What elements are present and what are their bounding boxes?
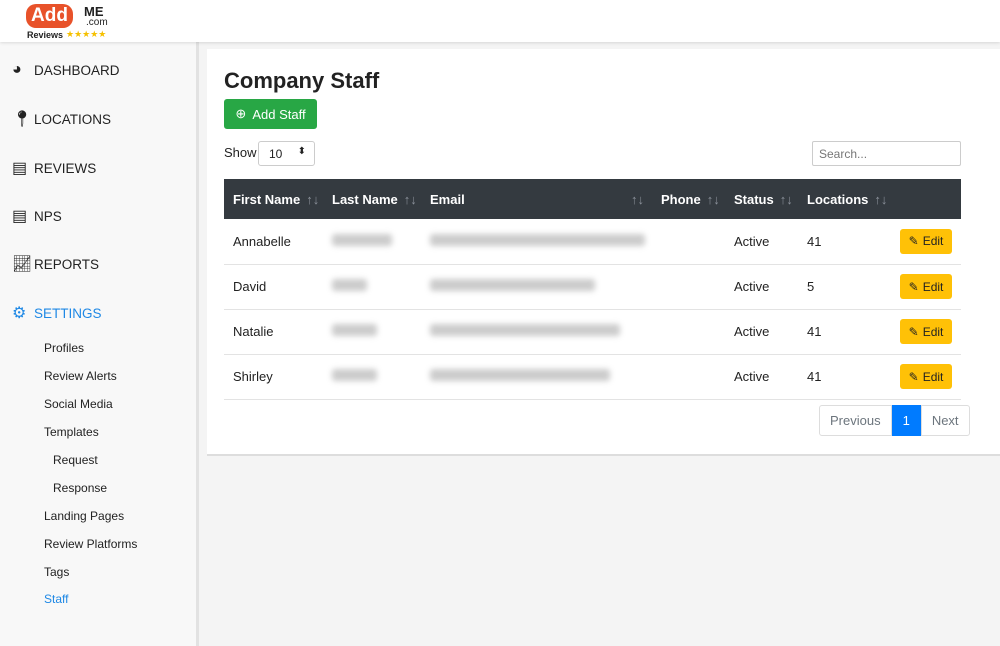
locations: 41	[798, 354, 891, 400]
edit-icon: ✎	[908, 279, 919, 294]
col-locations[interactable]: Locations ↑↓	[798, 179, 891, 219]
logo-me: ME	[84, 4, 104, 19]
nav-locations[interactable]: 📍︎ LOCATIONS	[12, 109, 111, 129]
edit-icon: ✎	[908, 324, 919, 339]
redacted-email	[430, 279, 595, 291]
redacted-email	[430, 233, 645, 246]
locations: 41	[798, 219, 891, 265]
first-name: Natalie	[224, 309, 323, 355]
page-1-button[interactable]: 1	[891, 405, 921, 436]
table-row: David Active 5 ✎ Edit	[224, 264, 961, 310]
sort-updown-icon: ⬍	[297, 146, 306, 157]
redacted-email	[430, 324, 620, 336]
nav-reports[interactable]: 📈︎ REPORTS	[12, 254, 99, 274]
addme-logo[interactable]: Add ME .com Reviews ★★★★★	[26, 4, 116, 40]
next-button[interactable]: Next	[920, 405, 970, 436]
logo-com: .com	[86, 17, 108, 28]
status: Active	[725, 309, 798, 355]
table-row: Natalie Active 41 ✎ Edit	[224, 309, 961, 355]
nav-nps[interactable]: ▤ NPS	[12, 206, 62, 226]
status: Active	[725, 264, 798, 310]
pagination: Previous 1 Next	[819, 405, 970, 436]
edit-button[interactable]: ✎ Edit	[900, 274, 952, 299]
nav-label: NPS	[34, 208, 62, 224]
sub-landing-pages[interactable]: Landing Pages	[44, 509, 124, 523]
sub-review-platforms[interactable]: Review Platforms	[44, 537, 137, 551]
sub-response[interactable]: Response	[53, 481, 107, 495]
col-actions	[891, 179, 961, 219]
document-icon: ▤	[12, 208, 28, 225]
edit-button[interactable]: ✎ Edit	[900, 364, 952, 389]
logo-stars: ★★★★★	[66, 29, 107, 39]
nav-settings[interactable]: ⚙ SETTINGS	[12, 303, 102, 323]
logo-add: Add	[26, 4, 73, 28]
nav-label: LOCATIONS	[34, 111, 112, 127]
search-input[interactable]: Search...	[812, 141, 961, 166]
edit-icon: ✎	[908, 234, 919, 249]
table-header: First Name ↑↓ Last Name ↑↓ Email ↑↓ Phone ↑↓…	[224, 179, 961, 219]
sub-profiles[interactable]: Profiles	[44, 341, 84, 355]
page-size-value: 10	[269, 147, 283, 161]
add-staff-label: Add Staff	[252, 106, 306, 122]
logo-reviews: Reviews	[27, 30, 64, 40]
col-phone[interactable]: Phone ↑↓	[652, 179, 725, 219]
staff-card: Company Staff ⊕ Add Staff Show 10 ⬍ Search…	[207, 49, 1000, 456]
nav-label: REVIEWS	[34, 160, 97, 176]
staff-table: First Name ↑↓ Last Name ↑↓ Email ↑↓ Phone ↑↓…	[224, 179, 961, 400]
edit-button[interactable]: ✎ Edit	[900, 319, 952, 344]
status: Active	[725, 219, 798, 265]
locations: 41	[798, 309, 891, 355]
page-title: Company Staff	[224, 68, 380, 93]
first-name: David	[224, 264, 323, 310]
add-staff-button[interactable]: ⊕ Add Staff	[224, 99, 317, 129]
nav-label: DASHBOARD	[34, 62, 120, 78]
sub-review-alerts[interactable]: Review Alerts	[44, 369, 117, 383]
top-bar: Add ME .com Reviews ★★★★★	[0, 0, 1000, 42]
sub-staff[interactable]: Staff	[44, 592, 68, 606]
first-name: Shirley	[224, 354, 323, 400]
locations: 5	[798, 264, 891, 310]
redacted-email	[430, 369, 610, 381]
line-chart-icon: 📈︎	[12, 256, 33, 273]
previous-button[interactable]: Previous	[819, 405, 892, 436]
redacted-last-name	[332, 324, 377, 336]
pie-chart-icon: ◕	[12, 61, 22, 78]
nav-label: REPORTS	[34, 256, 100, 272]
redacted-last-name	[332, 369, 377, 381]
edit-button[interactable]: ✎ Edit	[900, 228, 952, 254]
col-first-name[interactable]: First Name ↑↓	[224, 179, 323, 219]
sub-request[interactable]: Request	[53, 453, 98, 467]
redacted-last-name	[332, 279, 367, 291]
sub-social-media[interactable]: Social Media	[44, 397, 113, 411]
col-status[interactable]: Status ↑↓	[725, 179, 798, 219]
col-email[interactable]: Email ↑↓	[421, 179, 652, 219]
status: Active	[725, 354, 798, 400]
table-row: Shirley Active 41 ✎ Edit	[224, 354, 961, 400]
document-icon: ▤	[12, 160, 28, 177]
table-row: Annabelle Active 41 ✎ Edit	[224, 219, 961, 265]
gear-icon: ⚙	[12, 305, 27, 322]
edit-icon: ✎	[908, 369, 919, 384]
sidebar: ◕ DASHBOARD 📍︎ LOCATIONS ▤ REVIEWS ▤ NPS 📈︎ R…	[0, 42, 199, 646]
first-name: Annabelle	[224, 219, 323, 265]
nav-dashboard[interactable]: ◕ DASHBOARD	[12, 61, 120, 79]
show-label: Show	[224, 145, 257, 160]
nav-label: SETTINGS	[34, 305, 102, 321]
col-last-name[interactable]: Last Name ↑↓	[323, 179, 421, 219]
sub-templates[interactable]: Templates	[44, 425, 99, 439]
nav-reviews[interactable]: ▤ REVIEWS	[12, 158, 96, 178]
map-marker-icon: 📍︎	[12, 111, 33, 128]
sub-tags[interactable]: Tags	[44, 565, 69, 579]
plus-circle-icon: ⊕	[235, 106, 247, 121]
page-size-select[interactable]: 10 ⬍	[258, 141, 315, 166]
redacted-last-name	[332, 233, 392, 246]
